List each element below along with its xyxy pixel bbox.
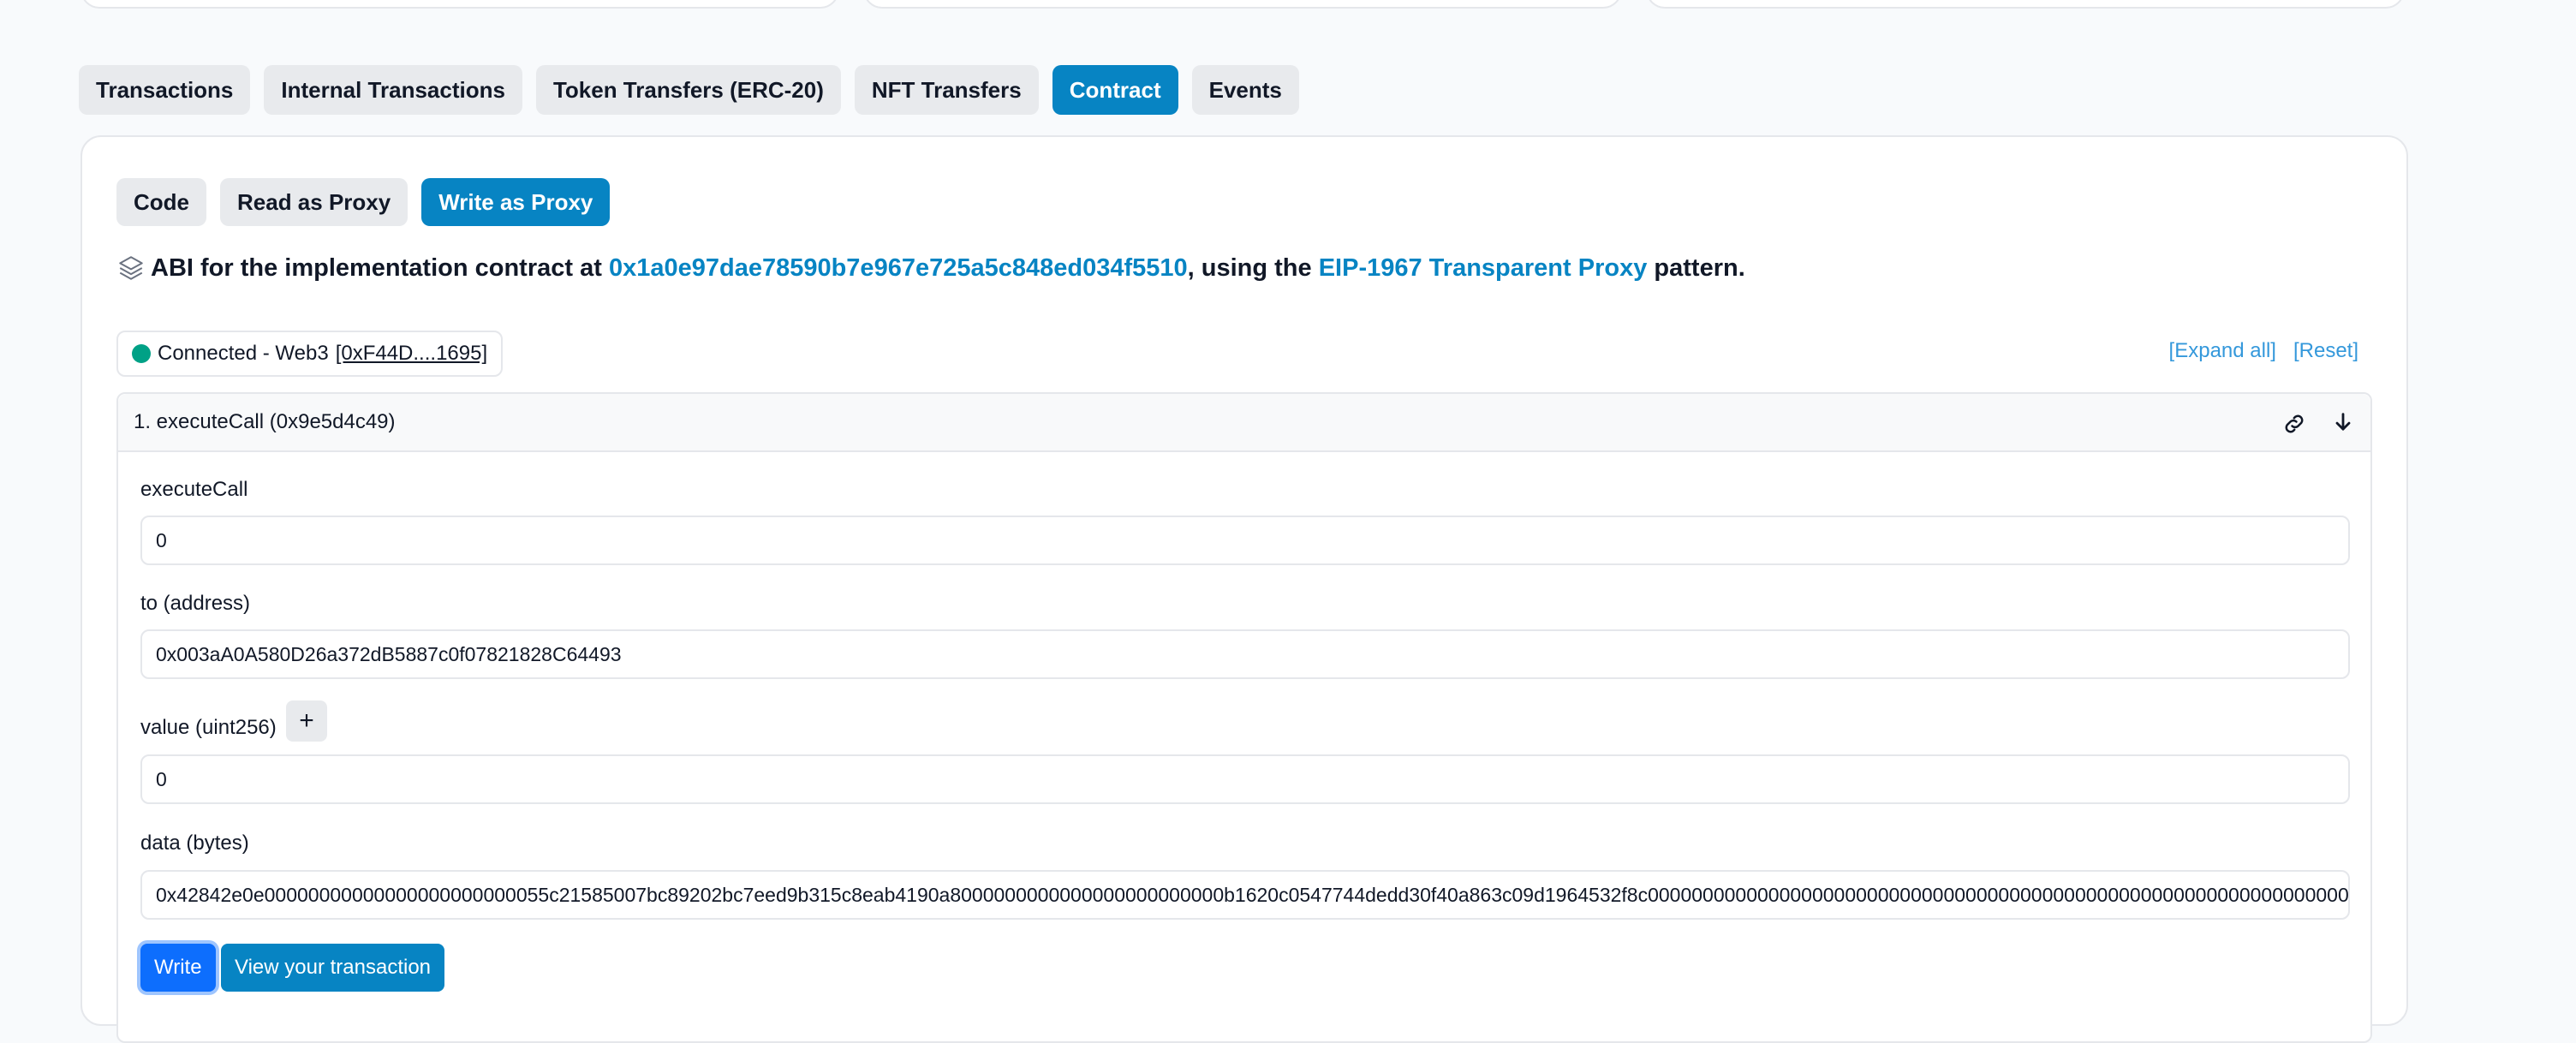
tab-contract[interactable]: Contract bbox=[1052, 65, 1178, 115]
contract-subtabs: Code Read as Proxy Write as Proxy bbox=[116, 178, 611, 226]
abi-controls: [Expand all] [Reset] bbox=[2169, 339, 2358, 363]
summary-card bbox=[1646, 0, 2405, 9]
function-title: 1. executeCall (0x9e5d4c49) bbox=[134, 410, 396, 433]
to-address-input[interactable]: 0x003aA0A580D26a372dB5887c0f07821828C644… bbox=[140, 629, 2350, 679]
tab-token-transfers[interactable]: Token Transfers (ERC-20) bbox=[535, 65, 841, 115]
arrow-down-icon[interactable] bbox=[2331, 409, 2355, 435]
field-label-value: value (uint256) bbox=[140, 716, 277, 739]
web3-connection-badge[interactable]: Connected - Web3 [0xF44D....1695] bbox=[116, 331, 504, 377]
function-card-executecall: 1. executeCall (0x9e5d4c49) executeCall … bbox=[116, 392, 2372, 1043]
subtab-read-as-proxy[interactable]: Read as Proxy bbox=[220, 178, 408, 226]
add-decimals-button[interactable]: + bbox=[286, 700, 327, 742]
subtab-code[interactable]: Code bbox=[116, 178, 206, 226]
contract-panel: Code Read as Proxy Write as Proxy ABI fo… bbox=[80, 135, 2408, 1043]
value-input[interactable]: 0 bbox=[140, 754, 2350, 804]
reset-link[interactable]: [Reset] bbox=[2293, 339, 2358, 363]
connection-status-text: Connected - Web3 bbox=[158, 342, 329, 365]
implementation-address-link[interactable]: 0x1a0e97dae78590b7e967e725a5c848ed034f55… bbox=[609, 254, 1188, 283]
write-button[interactable]: Write bbox=[140, 944, 216, 992]
field-label-to-address: to (address) bbox=[140, 592, 251, 615]
abi-middle: , using the bbox=[1187, 253, 1312, 282]
data-bytes-input[interactable]: 0x42842e0e00000000000000000000000055c215… bbox=[140, 870, 2350, 920]
tab-internal-transactions[interactable]: Internal Transactions bbox=[264, 65, 522, 115]
field-label-executecall: executeCall bbox=[140, 478, 248, 501]
view-transaction-button[interactable]: View your transaction bbox=[221, 944, 445, 992]
field-label-data: data (bytes) bbox=[140, 831, 249, 855]
connected-wallet-address[interactable]: [0xF44D....1695] bbox=[336, 342, 487, 366]
proxy-pattern-link[interactable]: EIP-1967 Transparent Proxy bbox=[1319, 254, 1648, 283]
connected-status-dot bbox=[132, 344, 151, 363]
address-tabs: Transactions Internal Transactions Token… bbox=[79, 65, 1299, 115]
summary-card bbox=[863, 0, 1622, 9]
layers-icon bbox=[119, 256, 143, 280]
expand-all-link[interactable]: [Expand all] bbox=[2169, 339, 2276, 363]
abi-description: ABI for the implementation contract at 0… bbox=[116, 253, 1745, 283]
abi-prefix: ABI for the implementation contract at bbox=[151, 253, 602, 282]
abi-suffix: pattern. bbox=[1654, 253, 1745, 282]
tab-events[interactable]: Events bbox=[1191, 65, 1299, 115]
link-icon[interactable] bbox=[2281, 411, 2307, 437]
tab-nft-transfers[interactable]: NFT Transfers bbox=[854, 65, 1039, 115]
summary-card bbox=[80, 0, 839, 9]
subtab-write-as-proxy[interactable]: Write as Proxy bbox=[421, 178, 611, 226]
executecall-input[interactable]: 0 bbox=[140, 516, 2350, 565]
function-header[interactable]: 1. executeCall (0x9e5d4c49) bbox=[118, 394, 2370, 452]
tab-transactions[interactable]: Transactions bbox=[79, 65, 251, 115]
